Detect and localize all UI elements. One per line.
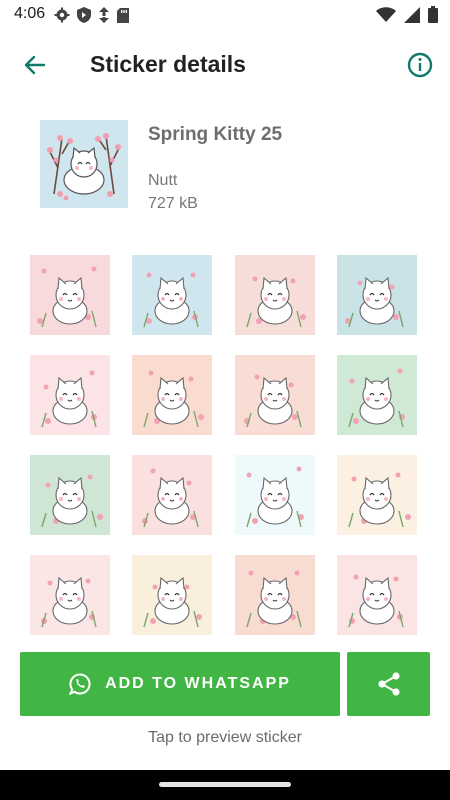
sticker-kitty-bouquet[interactable] <box>30 355 110 435</box>
data-saver-icon <box>99 7 109 23</box>
sticker-three-kitties[interactable] <box>132 355 212 435</box>
back-button[interactable] <box>20 50 50 80</box>
add-to-whatsapp-button[interactable]: ADD TO WHATSAPP <box>20 652 340 716</box>
sticker-kitty-wreath[interactable] <box>337 555 417 635</box>
page-title: Sticker details <box>90 51 246 77</box>
sticker-sleeping-kitty-flowers[interactable] <box>235 255 315 335</box>
sticker-dancing-kitty[interactable] <box>235 455 315 535</box>
whatsapp-icon <box>69 673 91 695</box>
pack-header: Spring Kitty 25 Nutt 727 kB <box>0 110 450 220</box>
sd-card-icon <box>117 7 129 23</box>
pack-name: Spring Kitty 25 <box>148 124 283 145</box>
pack-size: 727 kB <box>148 195 198 212</box>
pack-author: Nutt <box>148 172 178 189</box>
sticker-kitty-blossom-tree[interactable] <box>132 555 212 635</box>
status-icons-right <box>376 6 438 23</box>
shield-icon <box>77 7 91 23</box>
sticker-kitty-branch[interactable] <box>30 455 110 535</box>
navigation-bar <box>0 770 450 800</box>
info-icon <box>407 52 433 78</box>
sticker-kitty-pots[interactable] <box>337 455 417 535</box>
sticker-shy-kitty[interactable] <box>235 555 315 635</box>
status-icons-left <box>54 7 129 23</box>
sticker-kitty-garden[interactable] <box>235 355 315 435</box>
sticker-winking-kitty[interactable] <box>30 255 110 335</box>
info-button[interactable] <box>406 51 434 79</box>
share-button[interactable] <box>347 652 430 716</box>
app-bar: Sticker details <box>0 36 450 96</box>
preview-hint: Tap to preview sticker <box>148 729 302 746</box>
status-bar: 4:06 <box>0 0 450 30</box>
sticker-angry-kitty[interactable] <box>337 255 417 335</box>
sticker-kitty-moon[interactable] <box>337 355 417 435</box>
sticker-kitty-cherry-branches[interactable] <box>132 255 212 335</box>
share-icon <box>377 672 400 696</box>
battery-icon <box>428 6 438 23</box>
sticker-grid <box>0 245 450 640</box>
home-handle[interactable] <box>159 782 291 787</box>
signal-icon <box>404 6 420 23</box>
pack-tray-image <box>40 120 128 208</box>
sticker-happy-kitty-flower[interactable] <box>132 455 212 535</box>
add-to-whatsapp-label: ADD TO WHATSAPP <box>105 675 291 692</box>
sticker-kitty-scarf[interactable] <box>30 555 110 635</box>
wifi-icon <box>376 6 396 22</box>
gear-icon <box>54 7 70 23</box>
arrow-left-icon <box>24 55 46 75</box>
status-time: 4:06 <box>14 5 46 22</box>
